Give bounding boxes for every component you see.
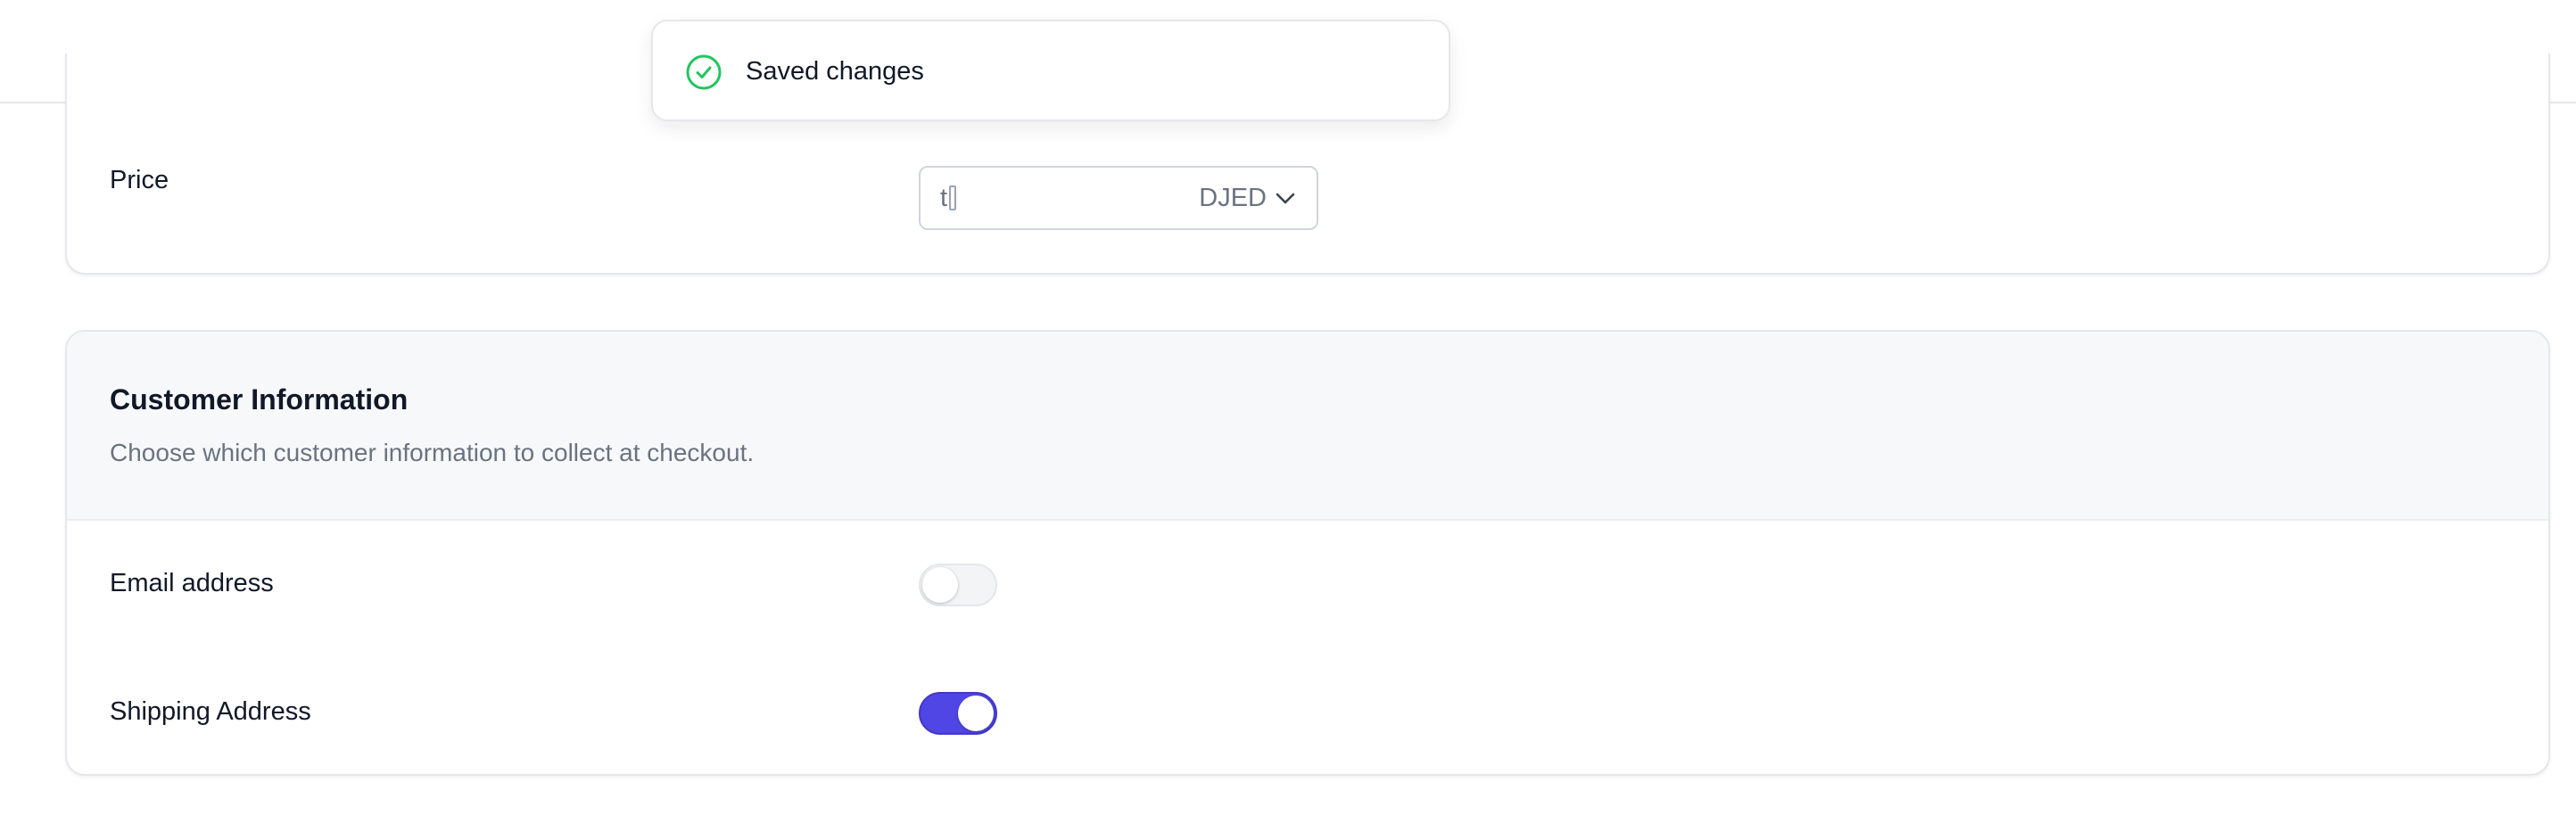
email-address-toggle[interactable] <box>919 564 997 606</box>
currency-label: DJED <box>1199 184 1267 212</box>
shipping-address-label: Shipping Address <box>110 697 311 726</box>
customer-information-card: Customer Information Choose which custom… <box>65 330 2550 776</box>
toast-message: Saved changes <box>746 57 924 86</box>
price-input-value[interactable]: t <box>940 184 957 213</box>
saved-toast: Saved changes <box>651 20 1450 121</box>
check-circle-icon <box>686 54 722 90</box>
shipping-address-toggle[interactable] <box>919 692 997 735</box>
price-input[interactable]: t DJED <box>919 166 1318 230</box>
section-description: Choose which customer information to col… <box>110 439 755 466</box>
text-cursor <box>949 185 957 210</box>
section-title: Customer Information <box>110 383 409 416</box>
chevron-down-icon <box>1276 193 1295 203</box>
toggle-knob <box>922 567 958 603</box>
section-header: Customer Information Choose which custom… <box>67 332 2548 521</box>
currency-select[interactable]: DJED <box>1199 184 1295 213</box>
email-address-label: Email address <box>110 569 274 597</box>
toggle-knob <box>958 696 994 731</box>
price-label: Price <box>110 166 169 194</box>
